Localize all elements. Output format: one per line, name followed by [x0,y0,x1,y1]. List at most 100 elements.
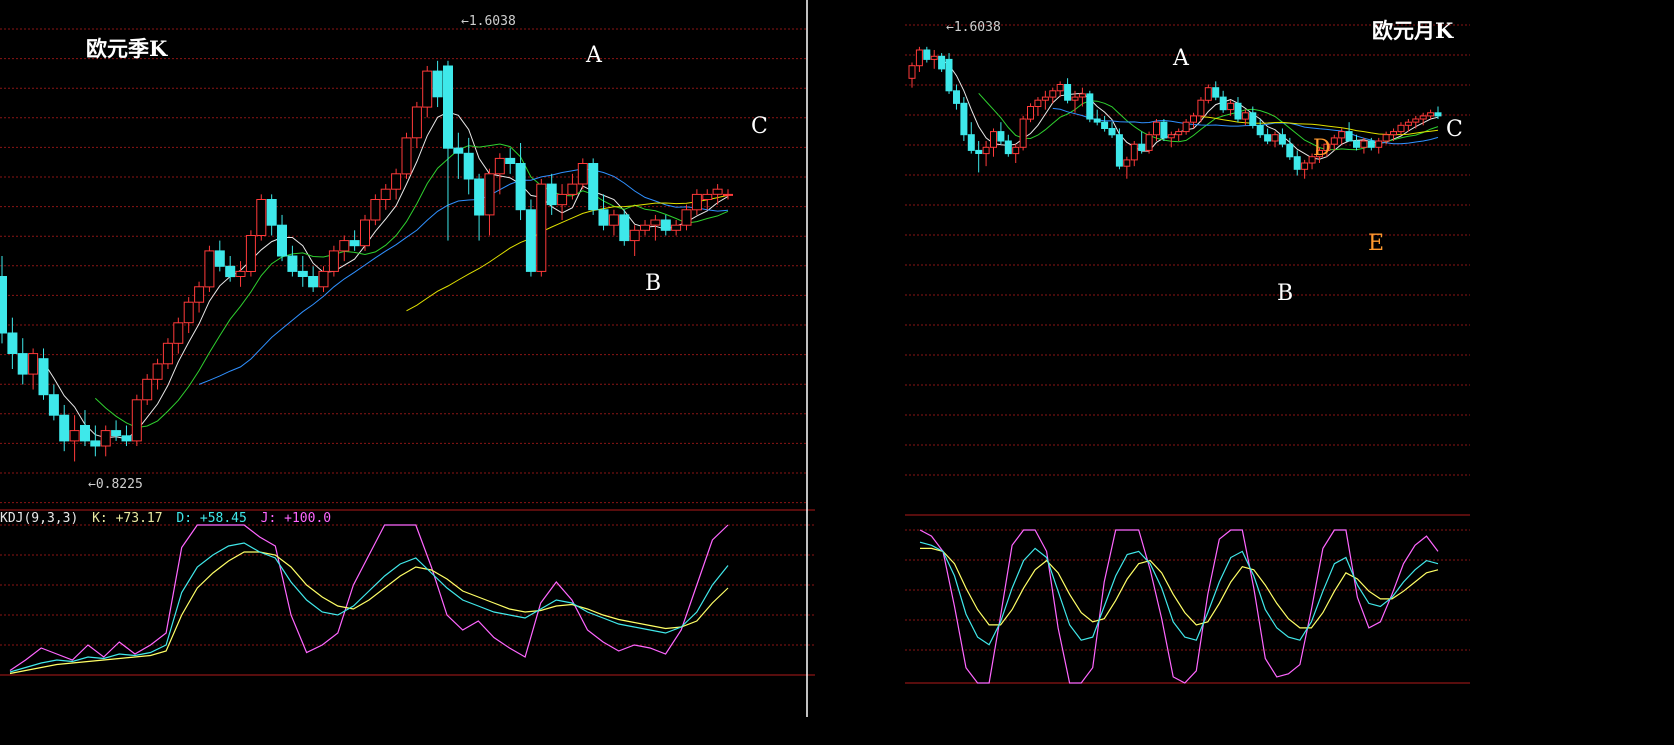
quarterly-annotation-c: C [751,114,768,139]
monthly-annotation-e: E [1368,231,1384,256]
candle-body-up [28,353,39,375]
candle [360,214,370,251]
candle-body-up [162,342,173,365]
candle [945,53,953,94]
candle-body-up [712,188,723,195]
candle-body-up [671,224,682,231]
candle-body-down [525,209,536,272]
candle-body-up [391,173,402,190]
quarterly-low-label: ←0.8225 [88,477,143,492]
candle-body-down [953,90,960,104]
candle-body-up [915,49,923,67]
candle-body-up [1330,137,1338,145]
candle-body-up [536,183,547,272]
candle [1027,103,1034,123]
candle [960,97,968,142]
candle-body-down [1093,118,1101,123]
candle-body-down [1115,134,1123,167]
candle-body-up [908,65,916,79]
candle-body-up [1012,146,1020,155]
candle-body-down [59,414,70,442]
candle [1160,119,1168,142]
candle-body-down [1160,121,1168,139]
background [0,0,1674,745]
candle-body-up [990,131,997,148]
candle-body-up [422,70,433,108]
candle [131,394,142,447]
candle-body-up [691,193,702,211]
candle-body-down [7,332,18,354]
candle-body-up [1338,131,1346,139]
quarterly-kdj-header: KDJ(9,3,3) K: +73.17 D: +58.45 J: +100.0 [0,511,331,526]
candle-body-up [370,199,381,221]
candle-body-down [277,224,287,257]
candle-body-down [1249,112,1257,126]
candle-body-down [515,163,526,211]
candle-body-up [1078,93,1086,98]
candle-body-up [557,193,568,206]
candle-body-down [1234,102,1242,120]
candle-body-down [588,163,599,211]
candle-body-down [121,435,132,442]
candle-body-down [432,70,443,98]
candle-body-down [80,425,90,442]
quarterly-title: 欧元季K [86,36,168,61]
kdj-k-value: K: +73.17 [92,511,162,526]
candle-body-down [474,178,485,216]
candle-body-down [660,219,671,231]
candle-body-up [650,219,661,226]
candle [588,158,599,215]
candle [401,132,412,179]
candle-body-down [1219,96,1227,111]
candle-body-down [1434,112,1442,117]
candle-body-up [930,55,938,60]
candle-body-down [1086,93,1094,120]
candle-body-up [1397,124,1405,133]
candle-body-down [546,183,557,206]
candle-body-up [204,250,215,288]
quarterly-high-label: ←1.6038 [461,14,516,29]
candle-body-up [577,163,588,185]
candle [525,199,536,277]
candle-body-down [214,250,225,267]
candle [1019,115,1027,151]
candle-body-up [1049,90,1057,98]
candle-body-up [1404,121,1412,126]
kdj-params: KDJ(9,3,3) [0,511,78,526]
candle-body-down [1101,121,1109,129]
candle-body-up [567,183,578,195]
candle-body-up [1271,134,1279,142]
candle-body-down [945,58,953,92]
candle-body-up [1427,112,1435,117]
candle-body-up [1197,99,1205,117]
candle-body-down [967,134,975,151]
monthly-annotation-c: C [1446,117,1463,142]
candle-body-down [308,276,319,288]
candle-body-down [1293,156,1301,170]
candle-body-up [1041,96,1049,101]
candle-body-down [619,214,630,242]
candle-body-up [1204,87,1212,101]
candle [256,194,267,241]
candle-body-up [360,219,370,247]
candle-body-up [640,224,650,231]
candle-body-down [960,102,968,136]
candle-body-up [1412,118,1420,123]
candle-body-up [339,240,350,252]
candle-body-up [1419,115,1427,120]
candle-body-down [453,147,464,154]
candle-body-down [1264,134,1272,142]
candle-body-down [997,131,1005,142]
candle [204,245,215,292]
candle-body-down [1345,131,1353,142]
candle-body-down [111,430,122,437]
candle-body-up [245,235,256,272]
candle-body-up [411,106,422,139]
candle-body-up [723,193,733,196]
candle-body-down [1004,140,1012,155]
candle-body-up [1019,118,1027,148]
candle-body-down [443,65,453,149]
candle-body-down [923,49,931,60]
candle-body-up [1145,134,1153,151]
chart-stage: 欧元季K ←1.6038 ←0.8225 A B C KDJ(9,3,3) K:… [0,0,1674,745]
